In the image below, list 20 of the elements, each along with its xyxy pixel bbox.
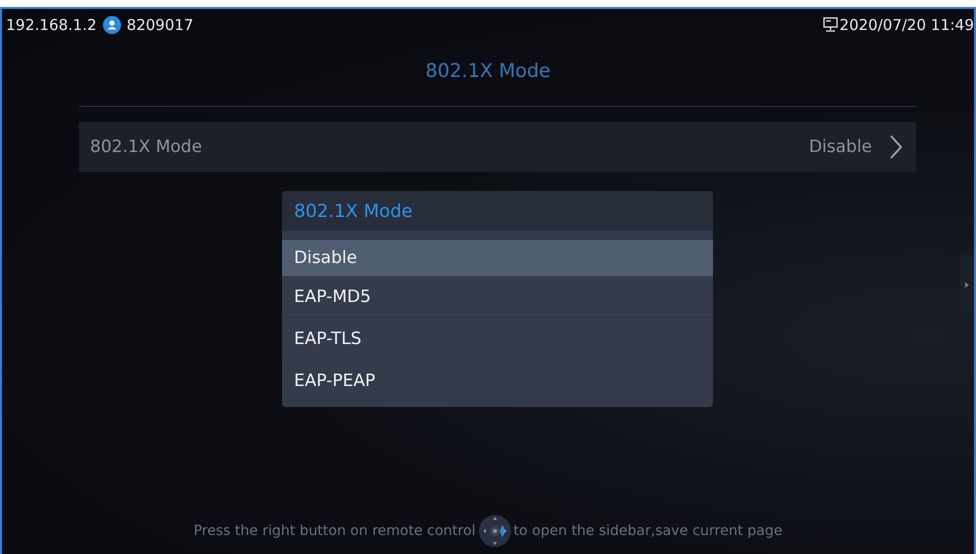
- hint-text: Press the right button on remote control: [194, 523, 476, 539]
- remote-dpad-icon: [478, 514, 512, 548]
- chevron-right-icon: [890, 135, 902, 159]
- ip-address: 192.168.1.2: [6, 16, 97, 34]
- option-item[interactable]: EAP-TLS: [282, 318, 713, 360]
- hint-text: to open the sidebar,save current page: [514, 523, 782, 539]
- dialog-title: 802.1X Mode: [282, 191, 713, 231]
- sidebar-handle[interactable]: [960, 255, 974, 315]
- setting-label: 802.1X Mode: [90, 137, 202, 157]
- setting-row[interactable]: 802.1X Mode Disable: [79, 122, 916, 172]
- option-item[interactable]: EAP-MD5: [282, 276, 713, 318]
- option-item[interactable]: EAP-PEAP: [282, 360, 713, 402]
- date-time: 2020/07/20 11:49: [840, 16, 974, 34]
- account-number: 8209017: [126, 16, 194, 34]
- option-item[interactable]: Disable: [282, 240, 713, 276]
- page-title: 802.1X Mode: [424, 60, 552, 84]
- caret-icon: [965, 282, 969, 288]
- user-icon: [102, 16, 121, 34]
- setting-value: Disable: [808, 137, 872, 157]
- network-icon: [822, 17, 838, 32]
